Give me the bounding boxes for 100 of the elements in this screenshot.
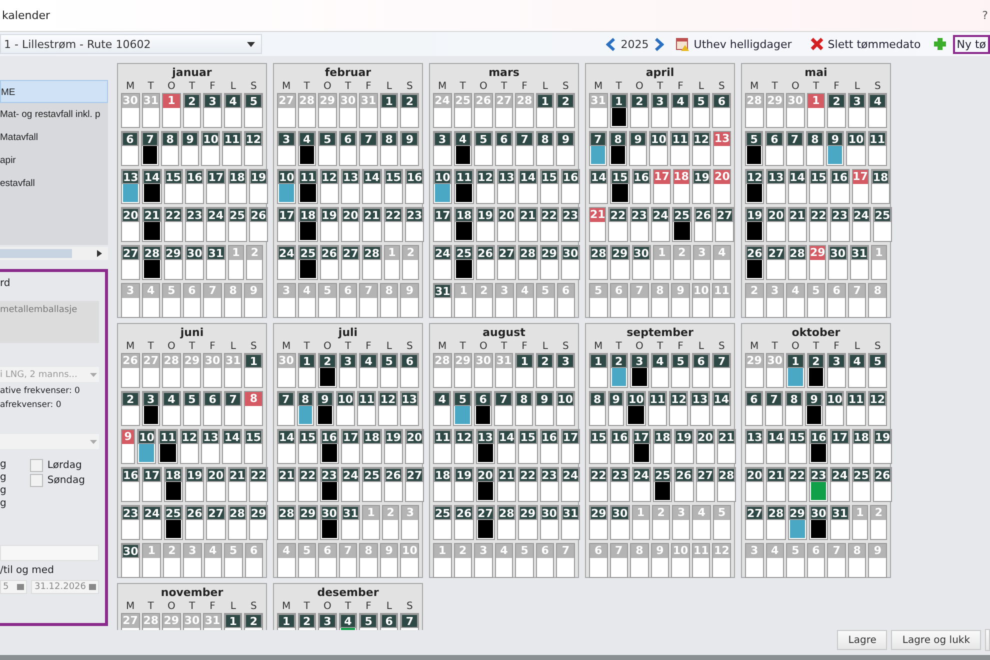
- day-cell[interactable]: 15: [244, 429, 263, 464]
- day-cell[interactable]: 20: [496, 207, 516, 242]
- day-cell[interactable]: 24: [433, 245, 452, 280]
- day-cell[interactable]: 27: [340, 245, 360, 280]
- day-cell[interactable]: 29: [164, 245, 183, 280]
- day-cell[interactable]: 18: [228, 169, 247, 204]
- day-cell[interactable]: 4: [162, 391, 181, 426]
- day-cell[interactable]: 14: [788, 169, 807, 204]
- day-cell[interactable]: 30: [121, 543, 140, 578]
- day-cell[interactable]: 21: [496, 467, 516, 502]
- day-cell[interactable]: 27: [476, 505, 495, 540]
- day-cell[interactable]: 27: [696, 467, 715, 502]
- day-cell[interactable]: 19: [476, 207, 495, 242]
- day-cell[interactable]: 31: [830, 505, 850, 540]
- delete-date-button[interactable]: Slett tømmedato: [804, 37, 927, 51]
- day-cell[interactable]: 4: [224, 93, 242, 128]
- waste-type-item[interactable]: ME: [0, 80, 108, 103]
- day-cell[interactable]: 14: [496, 429, 516, 464]
- day-cell[interactable]: 22: [808, 207, 828, 242]
- previous-year-icon[interactable]: [606, 38, 615, 50]
- day-cell[interactable]: 24: [852, 207, 871, 242]
- footer-button[interactable]: [985, 629, 990, 651]
- day-cell[interactable]: 24: [206, 207, 226, 242]
- day-cell[interactable]: 26: [454, 505, 474, 540]
- day-cell[interactable]: 13: [712, 131, 731, 166]
- day-cell[interactable]: 2: [610, 353, 628, 388]
- day-cell[interactable]: 31: [560, 505, 580, 540]
- day-cell[interactable]: 15: [788, 429, 807, 464]
- day-cell[interactable]: 18: [433, 467, 452, 502]
- day-cell[interactable]: 28: [277, 505, 296, 540]
- day-cell[interactable]: 3: [848, 93, 866, 128]
- day-cell[interactable]: 12: [320, 169, 339, 204]
- day-cell[interactable]: 23: [830, 207, 850, 242]
- day-cell[interactable]: 13: [400, 391, 419, 426]
- dropdown-field[interactable]: [0, 434, 99, 449]
- day-cell[interactable]: 24: [340, 467, 360, 502]
- day-cell[interactable]: 4: [848, 353, 866, 388]
- day-cell[interactable]: 31: [206, 245, 226, 280]
- day-cell[interactable]: 28: [142, 245, 162, 280]
- day-cell[interactable]: 9: [629, 131, 648, 166]
- day-cell[interactable]: 3: [650, 93, 670, 128]
- day-cell[interactable]: 12: [180, 429, 200, 464]
- day-cell[interactable]: 2: [806, 353, 826, 388]
- day-cell[interactable]: 11: [846, 391, 866, 426]
- day-cell[interactable]: 6: [121, 131, 140, 166]
- day-cell[interactable]: 19: [745, 207, 764, 242]
- day-cell[interactable]: 8: [161, 131, 180, 166]
- day-cell[interactable]: 2: [630, 93, 649, 128]
- day-cell[interactable]: 18: [454, 207, 474, 242]
- day-cell[interactable]: 12: [868, 391, 887, 426]
- day-cell[interactable]: 23: [184, 207, 204, 242]
- day-cell[interactable]: 16: [184, 169, 204, 204]
- day-cell[interactable]: 5: [868, 353, 887, 388]
- day-cell[interactable]: 30: [828, 245, 848, 280]
- day-cell[interactable]: 17: [277, 207, 296, 242]
- day-cell[interactable]: 21: [142, 207, 162, 242]
- day-cell[interactable]: 18: [852, 429, 871, 464]
- day-cell[interactable]: 22: [248, 467, 268, 502]
- day-cell[interactable]: 28: [228, 505, 247, 540]
- day-cell[interactable]: 30: [320, 505, 339, 540]
- day-cell[interactable]: 10: [846, 131, 866, 166]
- day-cell[interactable]: 4: [868, 93, 887, 128]
- day-cell[interactable]: 14: [222, 429, 242, 464]
- day-cell[interactable]: 28: [496, 505, 516, 540]
- day-cell[interactable]: 14: [589, 169, 608, 204]
- day-cell[interactable]: 27: [745, 505, 764, 540]
- day-cell[interactable]: 23: [630, 207, 649, 242]
- day-cell[interactable]: 11: [158, 429, 178, 464]
- day-cell[interactable]: 19: [674, 429, 694, 464]
- day-cell[interactable]: 24: [830, 467, 850, 502]
- day-cell[interactable]: 21: [716, 429, 736, 464]
- day-cell[interactable]: 20: [404, 429, 424, 464]
- day-cell[interactable]: 19: [454, 467, 474, 502]
- day-cell[interactable]: 5: [318, 131, 337, 166]
- day-cell[interactable]: 14: [362, 169, 382, 204]
- day-cell[interactable]: 11: [454, 169, 474, 204]
- day-cell[interactable]: 14: [142, 169, 162, 204]
- day-cell[interactable]: 8: [536, 131, 554, 166]
- day-cell[interactable]: 6: [203, 391, 222, 426]
- day-cell[interactable]: 15: [298, 429, 318, 464]
- day-cell[interactable]: 25: [228, 207, 247, 242]
- day-cell[interactable]: 2: [182, 93, 202, 128]
- day-cell[interactable]: 8: [380, 131, 398, 166]
- day-cell[interactable]: 7: [765, 391, 784, 426]
- day-cell[interactable]: 25: [852, 467, 871, 502]
- next-year-icon[interactable]: [654, 38, 664, 50]
- day-cell[interactable]: 12: [378, 391, 398, 426]
- day-cell[interactable]: 18: [362, 429, 382, 464]
- day-cell[interactable]: 3: [556, 353, 575, 388]
- day-cell[interactable]: 6: [712, 93, 731, 128]
- day-cell[interactable]: 21: [766, 467, 786, 502]
- day-cell[interactable]: 17: [206, 169, 226, 204]
- day-cell[interactable]: 30: [632, 245, 651, 280]
- day-cell[interactable]: 22: [518, 467, 538, 502]
- day-cell[interactable]: 27: [496, 245, 516, 280]
- day-cell[interactable]: 21: [518, 207, 538, 242]
- day-cell[interactable]: 25: [652, 467, 672, 502]
- day-cell[interactable]: 16: [121, 467, 140, 502]
- day-cell[interactable]: 29: [298, 505, 318, 540]
- day-cell[interactable]: 10: [277, 169, 296, 204]
